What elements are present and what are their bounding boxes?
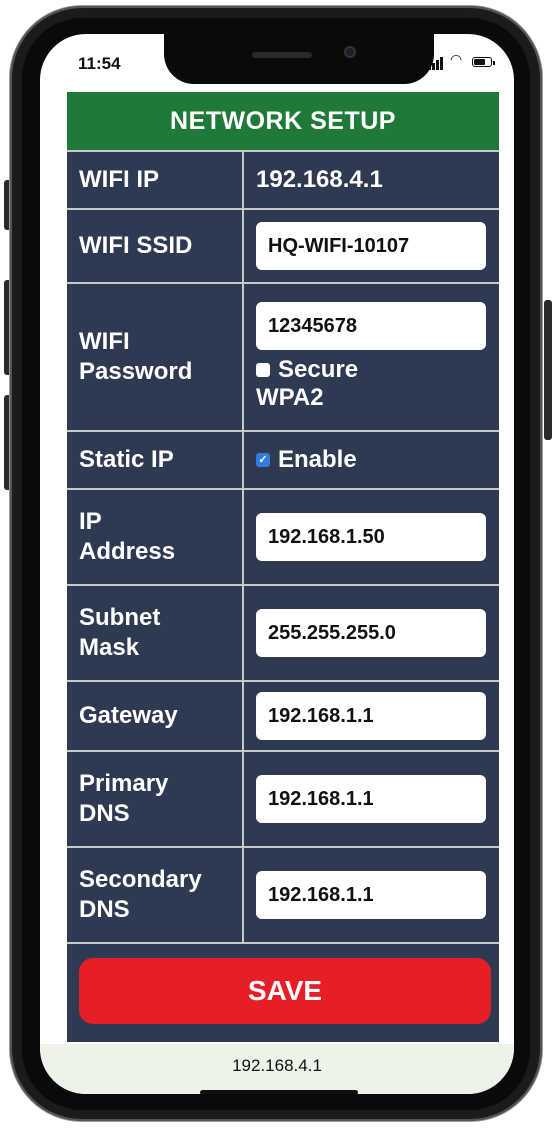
secondary-dns-input[interactable]: 192.168.1.1 <box>256 871 486 919</box>
enable-label: Enable <box>278 446 357 473</box>
network-setup-form: NETWORK SETUP WIFI IP 192.168.4.1 WIFI S… <box>67 92 499 1042</box>
secondary-dns-label-line2: DNS <box>79 896 130 923</box>
save-button[interactable]: SAVE <box>79 958 491 1024</box>
speaker-grille <box>252 52 312 58</box>
ip-address-label: IP Address <box>67 490 244 584</box>
ip-address-label-line2: Address <box>79 538 176 565</box>
primary-dns-label-line1: Primary <box>79 770 169 797</box>
wifi-ip-row: WIFI IP 192.168.4.1 <box>67 150 499 208</box>
home-indicator[interactable] <box>200 1090 358 1094</box>
secure-wpa2-checkbox[interactable] <box>256 363 270 377</box>
static-ip-label: Static IP <box>67 432 244 488</box>
secondary-dns-label-line1: Secondary <box>79 866 202 893</box>
status-icons: ◠ <box>428 51 508 72</box>
static-ip-enable-option[interactable]: ✓ Enable <box>256 446 357 474</box>
status-time: 11:54 <box>78 54 121 73</box>
phone-screen: 11:54 ◠ NETWORK SETUP WIFI IP 192.168.4.… <box>40 34 514 1094</box>
secure-label-line2: WPA2 <box>256 384 324 411</box>
secure-label-line1: Secure <box>278 356 359 383</box>
primary-dns-row: Primary DNS 192.168.1.1 <box>67 750 499 846</box>
wifi-ip-label: WIFI IP <box>67 152 244 208</box>
subnet-mask-label-line1: Subnet <box>79 604 161 631</box>
wifi-password-row: WIFI Password 12345678 Secure WPA2 <box>67 282 499 430</box>
gateway-label: Gateway <box>67 682 244 750</box>
front-camera-icon <box>344 46 356 58</box>
power-button <box>544 300 552 440</box>
wifi-ip-value: 192.168.4.1 <box>256 166 383 193</box>
gateway-row: Gateway 192.168.1.1 <box>67 680 499 750</box>
wifi-password-label: WIFI Password <box>67 284 244 430</box>
subnet-mask-label-line2: Mask <box>79 634 140 661</box>
secondary-dns-label: Secondary DNS <box>67 848 244 942</box>
primary-dns-input[interactable]: 192.168.1.1 <box>256 775 486 823</box>
gateway-input[interactable]: 192.168.1.1 <box>256 692 486 740</box>
form-title: NETWORK SETUP <box>67 92 499 150</box>
checkmark-icon: ✓ <box>258 453 268 466</box>
subnet-mask-label: Subnet Mask <box>67 586 244 680</box>
ip-address-input[interactable]: 192.168.1.50 <box>256 513 486 561</box>
wifi-ssid-input[interactable]: HQ-WIFI-10107 <box>256 222 486 270</box>
wifi-password-input[interactable]: 12345678 <box>256 302 486 350</box>
primary-dns-label-line2: DNS <box>79 800 130 827</box>
wifi-password-label-line1: WIFI <box>79 328 130 355</box>
subnet-mask-row: Subnet Mask 255.255.255.0 <box>67 584 499 680</box>
browser-url-bar[interactable]: 192.168.4.1 <box>40 1044 514 1094</box>
static-ip-row: Static IP ✓ Enable <box>67 430 499 488</box>
ip-address-label-line1: IP <box>79 508 102 535</box>
wifi-ssid-row: WIFI SSID HQ-WIFI-10107 <box>67 208 499 282</box>
ip-address-row: IP Address 192.168.1.50 <box>67 488 499 584</box>
url-text[interactable]: 192.168.4.1 <box>40 1056 514 1076</box>
primary-dns-label: Primary DNS <box>67 752 244 846</box>
static-ip-enable-checkbox[interactable]: ✓ <box>256 453 270 467</box>
subnet-mask-input[interactable]: 255.255.255.0 <box>256 609 486 657</box>
wifi-password-label-line2: Password <box>79 358 193 385</box>
secure-wpa2-option[interactable]: Secure <box>256 356 358 384</box>
notch <box>164 34 434 84</box>
phone-mockup: 11:54 ◠ NETWORK SETUP WIFI IP 192.168.4.… <box>0 0 557 1128</box>
wifi-icon: ◠ <box>450 51 463 67</box>
secondary-dns-row: Secondary DNS 192.168.1.1 <box>67 846 499 942</box>
save-zone: SAVE <box>67 942 499 1060</box>
wifi-ssid-label: WIFI SSID <box>67 210 244 282</box>
